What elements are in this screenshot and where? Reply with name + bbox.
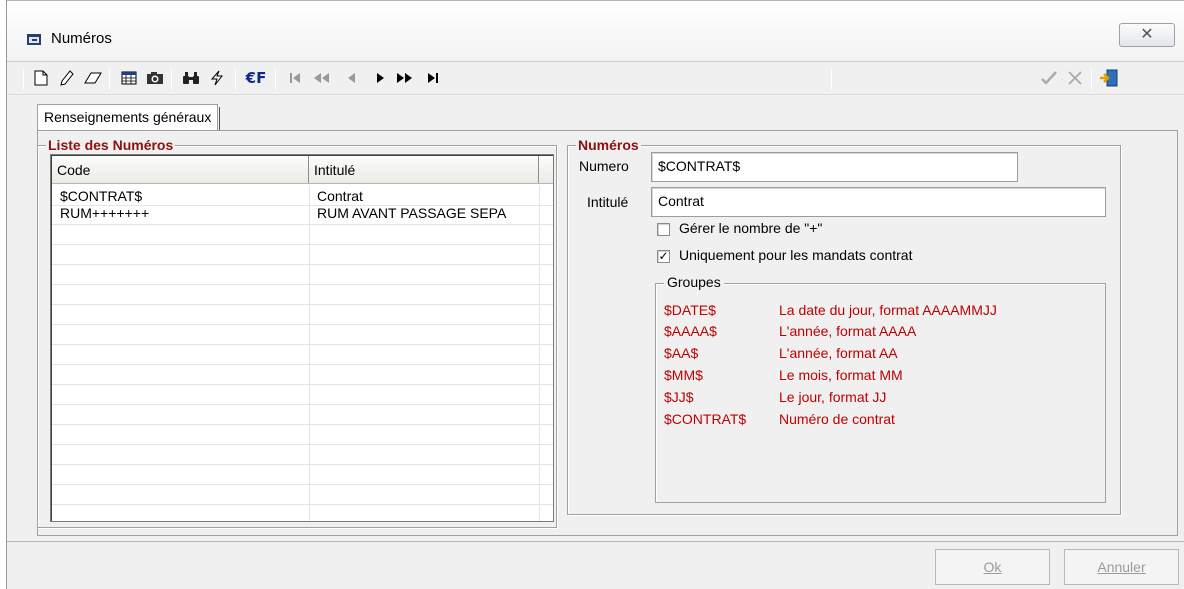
tab-renseignements-generaux[interactable]: Renseignements généraux bbox=[37, 104, 221, 131]
row-line bbox=[52, 364, 553, 365]
numeros-grid[interactable]: Code Intitulé $CONTRAT$ Contrat RUM+++++… bbox=[50, 154, 554, 522]
toolbar-separator bbox=[235, 68, 236, 90]
row-line bbox=[52, 205, 553, 206]
row-line bbox=[52, 424, 553, 425]
next-icon[interactable] bbox=[369, 64, 393, 92]
groupe-key: $AAAA$ bbox=[664, 323, 717, 339]
groupe-key: $CONTRAT$ bbox=[664, 411, 747, 427]
groupe-key: $AA$ bbox=[664, 345, 699, 361]
toolbar-separator bbox=[831, 68, 832, 90]
column-header-code[interactable]: Code bbox=[52, 156, 309, 183]
exit-door-icon[interactable] bbox=[1097, 64, 1121, 92]
toolbar-separator bbox=[23, 68, 24, 90]
row-line bbox=[52, 404, 553, 405]
table-icon[interactable] bbox=[117, 64, 141, 92]
first-record-icon[interactable] bbox=[283, 64, 307, 92]
groupe-row: $JJ$ Le jour, format JJ bbox=[664, 389, 886, 409]
edit-pencil-icon[interactable] bbox=[55, 64, 79, 92]
ok-button[interactable]: Ok bbox=[935, 549, 1050, 585]
intitule-label: Intitulé bbox=[587, 194, 629, 210]
groupe-key: $MM$ bbox=[664, 367, 703, 383]
eraser-icon[interactable] bbox=[81, 64, 105, 92]
column-divider bbox=[309, 185, 310, 521]
column-header-filler bbox=[539, 156, 553, 183]
cancel-button-label: Annuler bbox=[1097, 559, 1146, 575]
row-line bbox=[52, 484, 553, 485]
mandats-checkbox[interactable]: ✓ bbox=[657, 250, 670, 263]
row-line bbox=[52, 304, 553, 305]
cell-code: RUM+++++++ bbox=[60, 205, 150, 221]
table-row[interactable]: $CONTRAT$ Contrat bbox=[52, 188, 553, 205]
row-line bbox=[52, 464, 553, 465]
cancel-x-icon[interactable] bbox=[1063, 64, 1087, 92]
intitule-field[interactable]: Contrat bbox=[651, 187, 1106, 217]
close-button[interactable]: ✕ bbox=[1119, 23, 1175, 47]
row-line bbox=[52, 244, 553, 245]
list-title: Liste des Numéros bbox=[46, 136, 176, 154]
window-icon bbox=[27, 34, 41, 45]
toolbar-separator bbox=[1091, 68, 1092, 90]
numero-field[interactable]: $CONTRAT$ bbox=[651, 152, 1018, 182]
fast-forward-icon[interactable] bbox=[393, 64, 417, 92]
cancel-button[interactable]: Annuler bbox=[1064, 549, 1179, 585]
groupe-row: $DATE$ La date du jour, format AAAAMMJJ bbox=[664, 302, 997, 322]
new-document-icon[interactable] bbox=[29, 64, 53, 92]
row-line bbox=[52, 344, 553, 345]
row-line bbox=[52, 444, 553, 445]
groupe-desc: Le jour, format JJ bbox=[779, 389, 887, 405]
cell-intitule: RUM AVANT PASSAGE SEPA bbox=[317, 205, 507, 221]
groupe-desc: Le mois, format MM bbox=[779, 367, 903, 383]
table-row[interactable]: RUM+++++++ RUM AVANT PASSAGE SEPA bbox=[52, 205, 553, 222]
title-bar: Numéros ✕ bbox=[7, 1, 1184, 59]
window-title: Numéros bbox=[51, 30, 112, 47]
groupe-desc: La date du jour, format AAAAMMJJ bbox=[779, 302, 997, 318]
close-icon: ✕ bbox=[1140, 26, 1154, 43]
row-line bbox=[52, 224, 553, 225]
groupe-row: $AA$ L'année, format AA bbox=[664, 345, 898, 365]
groupe-key: $JJ$ bbox=[664, 389, 694, 405]
column-divider bbox=[539, 185, 540, 521]
cell-code: $CONTRAT$ bbox=[60, 188, 143, 204]
binoculars-icon[interactable] bbox=[179, 64, 203, 92]
fast-back-icon[interactable] bbox=[309, 64, 333, 92]
ok-button-label: Ok bbox=[983, 559, 1002, 575]
groupe-desc: L'année, format AA bbox=[779, 345, 898, 361]
detail-title: Numéros bbox=[576, 136, 641, 154]
euro-franc-icon[interactable]: €F bbox=[241, 64, 271, 92]
column-header-intitule[interactable]: Intitulé bbox=[309, 156, 539, 183]
mandats-label: Uniquement pour les mandats contrat bbox=[679, 247, 913, 263]
camera-icon[interactable] bbox=[143, 64, 167, 92]
toolbar-separator bbox=[171, 68, 172, 90]
numeros-window: Numéros ✕ €F Renseignements généraux Lis… bbox=[6, 0, 1184, 589]
cell-intitule: Contrat bbox=[317, 188, 363, 204]
row-line bbox=[52, 504, 553, 505]
checkmark-icon: ✓ bbox=[658, 249, 669, 263]
toolbar-separator bbox=[275, 68, 276, 90]
row-line bbox=[52, 384, 553, 385]
lightning-icon[interactable] bbox=[205, 64, 229, 92]
previous-icon[interactable] bbox=[339, 64, 363, 92]
groupe-desc: L'année, format AAAA bbox=[779, 323, 917, 339]
groupe-row: $AAAA$ L'année, format AAAA bbox=[664, 323, 916, 343]
groupe-desc: Numéro de contrat bbox=[779, 411, 895, 427]
toolbar-separator bbox=[109, 68, 110, 90]
gerer-checkbox[interactable] bbox=[657, 223, 670, 236]
groupe-row: $MM$ Le mois, format MM bbox=[664, 367, 903, 387]
row-line bbox=[52, 324, 553, 325]
row-line bbox=[52, 264, 553, 265]
grid-header: Code Intitulé bbox=[52, 156, 553, 184]
row-line bbox=[52, 284, 553, 285]
gerer-label: Gérer le nombre de "+" bbox=[679, 220, 823, 236]
groupe-key: $DATE$ bbox=[664, 302, 716, 318]
button-bar: Ok Annuler bbox=[7, 541, 1184, 589]
groupes-groupbox: Groupes $DATE$ La date du jour, format A… bbox=[655, 274, 1106, 503]
toolbar: €F bbox=[7, 61, 1184, 95]
numero-label: Numero bbox=[579, 158, 629, 174]
groupe-row: $CONTRAT$ Numéro de contrat bbox=[664, 411, 895, 431]
last-record-icon[interactable] bbox=[421, 64, 445, 92]
groupes-title: Groupes bbox=[664, 274, 724, 290]
validate-check-icon[interactable] bbox=[1037, 64, 1061, 92]
